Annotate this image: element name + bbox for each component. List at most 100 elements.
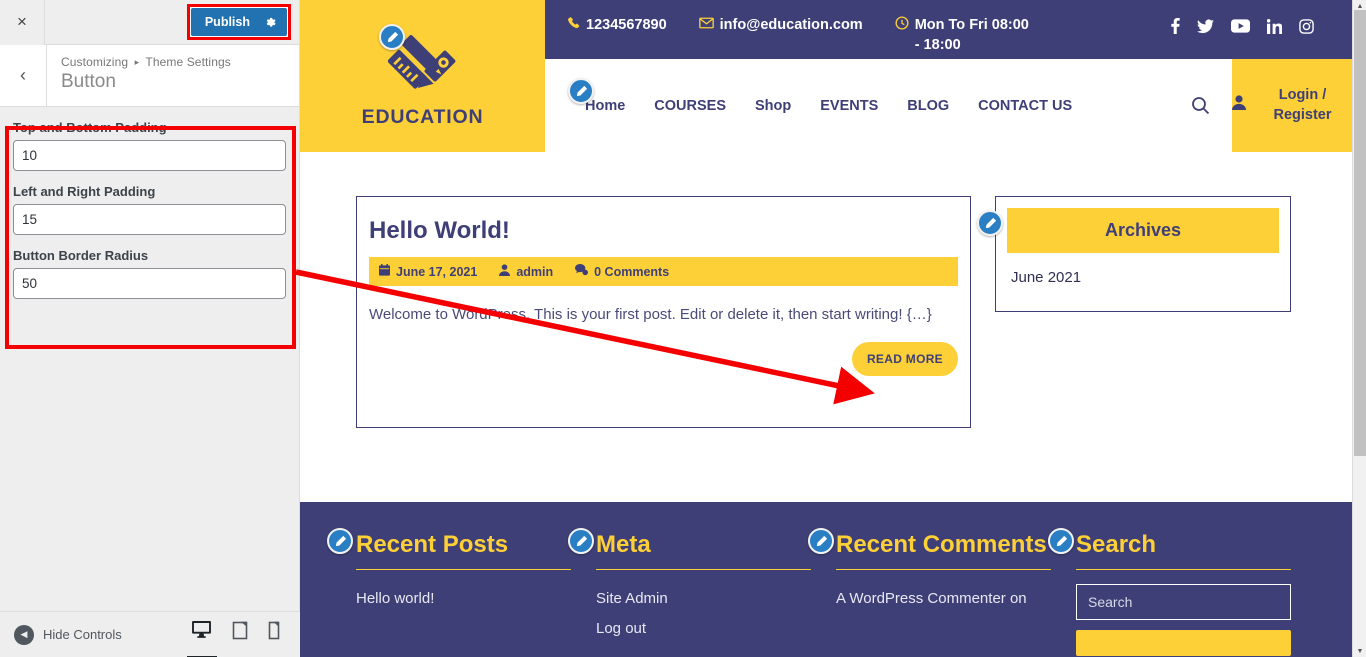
footer-title: Meta [596,531,651,558]
top-bottom-padding-input[interactable] [13,140,286,171]
field-top-bottom-padding: Top and Bottom Padding [13,120,286,171]
social-links [1171,16,1352,34]
facebook-icon[interactable] [1171,18,1180,34]
edit-menu-pencil-icon[interactable] [568,78,594,104]
post-title[interactable]: Hello World! [369,217,958,245]
site-logo[interactable]: EDUCATION [300,0,545,152]
customizer-panel-header: ‹ Customizing ▸ Theme Settings Button [0,45,299,107]
footer-divider [356,568,571,570]
topbar-hours: Mon To Fri 08:00 - 18:00 [895,16,1035,55]
customizer-sidebar: × Publish ‹ Customizing ▸ Theme Settings… [0,0,300,657]
preview-desktop-button[interactable] [191,620,212,649]
edit-recent-posts-pencil-icon[interactable] [327,528,353,554]
nav-item-contact-us[interactable]: CONTACT US [978,98,1072,114]
search-icon[interactable] [1191,96,1210,115]
post-card: Hello World! June 17, 2021 admin 0 Comme… [356,196,971,428]
topbar-hours-text: Mon To Fri 08:00 - 18:00 [914,17,1029,53]
read-more-row: READ MORE [369,342,958,377]
button-border-radius-input[interactable] [13,268,286,299]
twitter-icon[interactable] [1197,18,1214,34]
customizer-bottombar: ◀ Hide Controls [0,611,300,657]
user-icon [1232,95,1246,117]
archives-item[interactable]: June 2021 [1007,253,1279,300]
topbar-email[interactable]: info@education.com [698,16,863,36]
breadcrumb-root[interactable]: Customizing [61,55,128,69]
site-topbar: EDUCATION 1234567890 info@education.com [300,0,1352,152]
page-scrollbar[interactable]: ▲ ▼ [1352,0,1366,657]
topbar-email-text: info@education.com [719,17,863,33]
site-footer: Recent Posts Hello world! Meta Site Admi… [300,502,1352,657]
instagram-icon[interactable] [1299,18,1314,34]
linkedin-icon[interactable] [1267,18,1282,34]
topbar-phone[interactable]: 1234567890 [567,16,667,36]
footer-column-search: Search [1076,530,1315,657]
post-author-text: admin [516,264,554,279]
phone-icon [567,16,580,34]
calendar-icon [379,264,390,279]
site-preview: EDUCATION 1234567890 info@education.com [300,0,1352,657]
footer-divider [596,568,811,570]
publish-label: Publish [204,15,250,29]
field-label: Button Border Radius [13,248,149,263]
envelope-icon [698,16,714,34]
user-icon [499,264,511,279]
device-preview-switcher [191,620,300,649]
post-excerpt: Welcome to WordPress. This is your first… [369,306,932,323]
breadcrumb-separator-icon: ▸ [134,57,140,67]
field-button-border-radius: Button Border Radius [13,248,286,299]
post-comments: 0 Comments [575,264,669,279]
post-comments-text: 0 Comments [594,264,670,279]
scrollbar-thumb[interactable] [1354,10,1366,456]
scroll-down-arrow-icon[interactable]: ▼ [1353,645,1366,657]
logo-text: EDUCATION [361,106,484,128]
footer-link[interactable]: A WordPress Commenter on [836,584,1052,614]
footer-divider [836,568,1051,570]
hide-controls-button[interactable]: ◀ Hide Controls [0,624,122,645]
theme-settings-fields: Top and Bottom Padding Left and Right Pa… [0,107,299,309]
close-customizer-button[interactable]: × [0,0,45,45]
post-meta: June 17, 2021 admin 0 Comments [369,257,958,286]
nav-item-blog[interactable]: BLOG [907,98,949,114]
edit-recent-comments-pencil-icon[interactable] [808,528,834,554]
login-register-label: Login / Register [1273,86,1332,123]
breadcrumb-section[interactable]: Theme Settings [145,55,230,69]
footer-link[interactable]: Hello world! [356,584,572,614]
footer-title: Search [1076,531,1157,558]
edit-search-pencil-icon[interactable] [1048,528,1074,554]
read-more-button[interactable]: READ MORE [851,342,958,377]
preview-mobile-button[interactable] [268,621,280,649]
login-register-button[interactable]: Login / Register [1232,59,1352,152]
preview-tablet-button[interactable] [232,621,248,649]
customizer-topbar: × Publish [0,0,299,45]
gear-icon[interactable] [264,16,277,29]
back-button[interactable]: ‹ [0,45,47,106]
comments-icon [575,264,589,279]
post-date-text: June 17, 2021 [396,264,478,279]
publish-button[interactable]: Publish [190,8,287,36]
breadcrumb: Customizing ▸ Theme Settings [61,55,231,69]
post-date: June 17, 2021 [379,264,477,279]
edit-meta-pencil-icon[interactable] [568,528,594,554]
site-sidebar: Archives June 2021 [995,196,1308,502]
nav-item-home[interactable]: Home [585,98,625,114]
nav-item-events[interactable]: EVENTS [820,98,878,114]
footer-column-recent-posts: Recent Posts Hello world! [356,530,596,657]
footer-search-input[interactable] [1076,583,1291,620]
publish-button-highlight: Publish [186,4,291,40]
clock-icon [895,16,909,34]
nav-item-shop[interactable]: Shop [755,98,791,114]
youtube-icon[interactable] [1231,19,1250,33]
footer-search-button[interactable] [1076,629,1291,656]
customizer-titles: Customizing ▸ Theme Settings Button [47,45,231,106]
field-label: Left and Right Padding [13,184,156,199]
nav-item-courses[interactable]: COURSES [654,98,726,114]
site-navbar: Home COURSES Shop EVENTS BLOG CONTACT US… [545,59,1352,152]
edit-archives-pencil-icon[interactable] [977,210,1003,236]
archives-widget-title: Archives [1007,208,1279,253]
field-left-right-padding: Left and Right Padding [13,184,286,235]
left-right-padding-input[interactable] [13,204,286,235]
footer-link[interactable]: Site Admin [596,584,812,614]
edit-logo-pencil-icon[interactable] [379,24,405,50]
footer-link[interactable]: Log out [596,614,812,644]
footer-column-meta: Meta Site Admin Log out [596,530,836,657]
